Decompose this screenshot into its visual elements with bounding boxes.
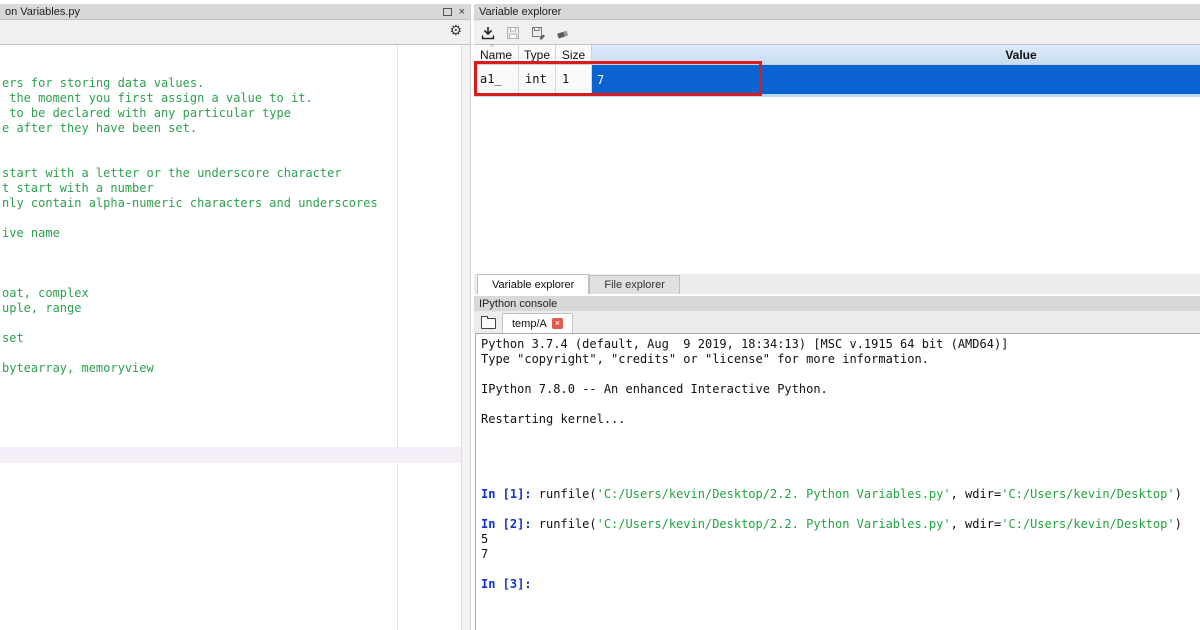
console-line: 7 bbox=[481, 547, 1200, 562]
console-line bbox=[481, 367, 1200, 382]
editor-pane: on Variables.py × ⚙ ers for storing data… bbox=[0, 4, 471, 630]
column-header-size-label: Size bbox=[562, 48, 585, 62]
column-header-type-label: Type bbox=[524, 48, 550, 62]
console-line bbox=[481, 502, 1200, 517]
console-line: Python 3.7.4 (default, Aug 9 2019, 18:34… bbox=[481, 337, 1200, 352]
bottom-tab-bar: Variable explorer File explorer bbox=[474, 274, 1200, 294]
editor-edge-guide bbox=[397, 45, 398, 630]
browse-working-directory-button[interactable] bbox=[478, 313, 498, 331]
console-line bbox=[481, 397, 1200, 412]
console-output[interactable]: Python 3.7.4 (default, Aug 9 2019, 18:34… bbox=[475, 333, 1200, 630]
console-line bbox=[481, 427, 1200, 442]
table-header-row: ^ Name Type Size Value bbox=[474, 45, 1200, 65]
console-line: In [3]: bbox=[481, 577, 1200, 592]
column-header-name[interactable]: ^ Name bbox=[474, 45, 519, 65]
editor-toolbar: ⚙ bbox=[0, 20, 470, 44]
console-line bbox=[481, 472, 1200, 487]
undock-icon[interactable] bbox=[443, 8, 452, 16]
ipython-console-titlebar: IPython console bbox=[474, 296, 1200, 312]
editor-code[interactable]: ers for storing data values. the moment … bbox=[2, 76, 378, 376]
variable-explorer-title: Variable explorer bbox=[479, 6, 561, 18]
console-line: 5 bbox=[481, 532, 1200, 547]
console-line: Type "copyright", "credits" or "license"… bbox=[481, 352, 1200, 367]
variable-explorer-toolbar bbox=[474, 20, 1200, 45]
variable-explorer-titlebar: Variable explorer bbox=[474, 4, 1200, 20]
column-header-type[interactable]: Type bbox=[519, 45, 556, 65]
column-header-value[interactable]: Value bbox=[592, 45, 1200, 65]
column-header-size[interactable]: Size bbox=[556, 45, 592, 65]
cell-variable-type[interactable]: int bbox=[519, 65, 556, 94]
current-line-highlight bbox=[0, 447, 461, 463]
editor-body[interactable]: ers for storing data values. the moment … bbox=[0, 44, 470, 630]
console-line: IPython 7.8.0 -- An enhanced Interactive… bbox=[481, 382, 1200, 397]
row-underline bbox=[474, 94, 1200, 97]
console-line: In [1]: runfile('C:/Users/kevin/Desktop/… bbox=[481, 487, 1200, 502]
right-panel: Variable explorer ^ Name bbox=[474, 4, 1200, 630]
console-tab-bar: temp/A × bbox=[474, 311, 1200, 333]
folder-icon bbox=[481, 318, 496, 329]
cell-variable-name[interactable]: a1_ bbox=[474, 65, 519, 94]
sort-ascending-icon: ^ bbox=[490, 43, 494, 52]
cell-variable-size[interactable]: 1 bbox=[556, 65, 592, 94]
import-data-icon[interactable] bbox=[479, 24, 497, 42]
console-tab-label: temp/A bbox=[512, 318, 547, 330]
console-line bbox=[481, 442, 1200, 457]
column-header-name-label: Name bbox=[480, 48, 512, 62]
editor-pane-titlebar: on Variables.py × bbox=[0, 4, 470, 20]
save-data-as-icon[interactable] bbox=[529, 24, 547, 42]
console-line bbox=[481, 562, 1200, 577]
save-data-icon[interactable] bbox=[504, 24, 522, 42]
console-tab-temp-a[interactable]: temp/A × bbox=[502, 313, 573, 333]
console-tab-close-icon[interactable]: × bbox=[552, 318, 563, 329]
column-header-value-label: Value bbox=[1005, 48, 1036, 62]
console-line: In [2]: runfile('C:/Users/kevin/Desktop/… bbox=[481, 517, 1200, 532]
tab-variable-explorer[interactable]: Variable explorer bbox=[477, 274, 589, 294]
console-line bbox=[481, 457, 1200, 472]
close-pane-icon[interactable]: × bbox=[459, 7, 465, 17]
variable-explorer-table: ^ Name Type Size Value a1_ int 1 7 bbox=[474, 44, 1200, 275]
remove-variables-icon[interactable] bbox=[554, 24, 572, 42]
console-line: Restarting kernel... bbox=[481, 412, 1200, 427]
spyder-window: on Variables.py × ⚙ ers for storing data… bbox=[0, 0, 1200, 630]
editor-scrollbar[interactable] bbox=[461, 45, 470, 630]
table-row[interactable]: a1_ int 1 7 bbox=[474, 65, 1200, 94]
editor-pane-title: on Variables.py bbox=[5, 6, 80, 18]
options-gear-icon[interactable]: ⚙ bbox=[449, 23, 462, 39]
ipython-console-title: IPython console bbox=[479, 298, 557, 310]
tab-file-explorer[interactable]: File explorer bbox=[589, 275, 680, 294]
cell-variable-value[interactable]: 7 bbox=[592, 65, 1200, 94]
